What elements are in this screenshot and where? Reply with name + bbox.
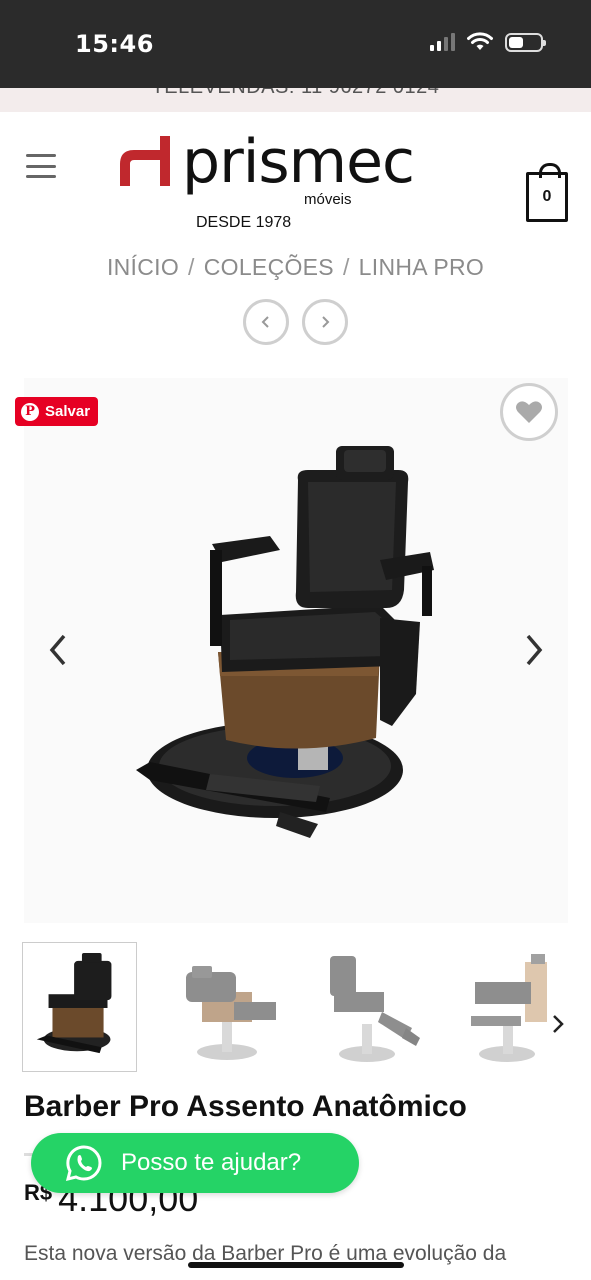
chevron-left-icon (261, 316, 269, 328)
logo[interactable]: prismec móveis DESDE 1978 (118, 124, 478, 232)
promo-text: TELEVENDAS: 11 96272 0124 (0, 88, 591, 99)
heart-icon (516, 401, 542, 423)
previous-product-button[interactable] (243, 299, 289, 345)
wishlist-button[interactable] (500, 383, 558, 441)
product-title: Barber Pro Assento Anatômico (24, 1090, 467, 1123)
thumbnail[interactable] (322, 942, 437, 1072)
product-nav (243, 299, 348, 345)
breadcrumb-separator: / (342, 254, 350, 280)
product-image (136, 446, 434, 838)
thumbnail[interactable] (467, 942, 582, 1072)
whatsapp-icon (65, 1145, 102, 1182)
breadcrumb-linha-pro[interactable]: LINHA PRO (359, 254, 484, 280)
status-icons (430, 32, 546, 52)
thumbnails-next-button[interactable] (548, 1012, 568, 1036)
logo-sub-text: móveis (304, 191, 352, 208)
gallery-next-button[interactable] (518, 630, 548, 670)
next-product-button[interactable] (302, 299, 348, 345)
signal-icon (430, 33, 455, 51)
battery-icon (505, 32, 546, 52)
status-bar: 15:46 (0, 0, 591, 88)
chevron-right-icon (322, 316, 330, 328)
pinterest-icon: P (21, 402, 39, 421)
menu-button[interactable] (26, 154, 56, 178)
cart-count: 0 (542, 188, 552, 205)
pinterest-save-label: Salvar (45, 403, 91, 420)
logo-tagline: DESDE 1978 (196, 214, 291, 231)
gallery-prev-button[interactable] (44, 630, 74, 670)
breadcrumb-collections[interactable]: COLEÇÕES (204, 254, 334, 280)
home-indicator (188, 1262, 404, 1268)
whatsapp-label: Posso te ajudar? (121, 1149, 302, 1176)
promo-strip: TELEVENDAS: 11 96272 0124 (0, 88, 591, 112)
thumbnail[interactable] (172, 942, 287, 1072)
breadcrumb: INÍCIO / COLEÇÕES / LINHA PRO (0, 254, 591, 281)
cart-button[interactable]: 0 (526, 163, 568, 222)
breadcrumb-separator: / (188, 254, 195, 280)
thumbnail[interactable] (22, 942, 137, 1072)
breadcrumb-home[interactable]: INÍCIO (107, 254, 179, 280)
wifi-icon (467, 32, 493, 50)
whatsapp-chat-button[interactable]: Posso te ajudar? (31, 1133, 359, 1193)
thumbnail-strip (22, 942, 582, 1072)
status-time: 15:46 (75, 30, 154, 58)
logo-brand-text: prismec (182, 127, 414, 197)
menu-icon (26, 154, 56, 157)
pinterest-save-button[interactable]: P Salvar (15, 397, 99, 426)
site-header: prismec móveis DESDE 1978 0 (0, 112, 591, 232)
